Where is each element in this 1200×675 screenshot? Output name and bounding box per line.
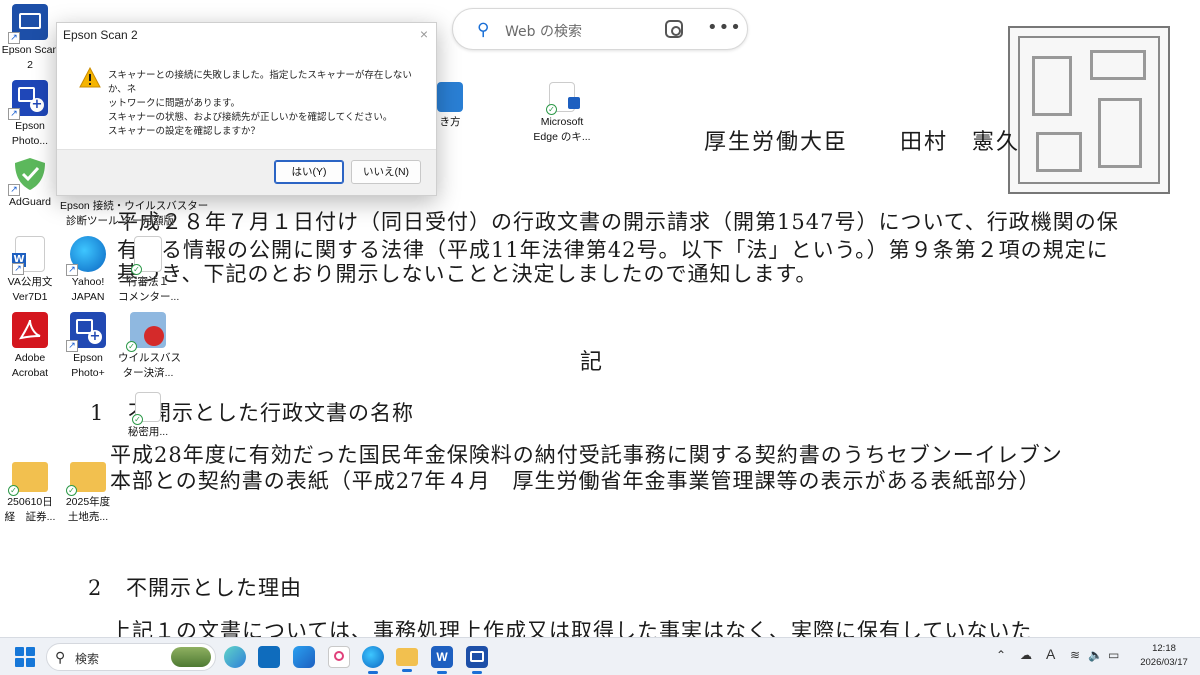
- desktop-icon-adguard[interactable]: ↗ AdGuard: [0, 156, 60, 210]
- message-line: ットワークに問題があります。: [108, 98, 241, 109]
- icon-label: Microsoft Edge のキ...: [533, 116, 591, 143]
- icon-label: Epson Scan 2: [1, 44, 59, 71]
- folder-icon: ✓: [8, 462, 48, 496]
- taskbar-search-label: 検索: [75, 652, 100, 666]
- epson-scan-icon: ↗: [8, 4, 48, 44]
- icon-label: AdGuard: [8, 196, 52, 208]
- yes-button[interactable]: はい(Y): [274, 160, 344, 184]
- dialog-title: Epson Scan 2: [63, 28, 138, 42]
- desktop-icon-epson-diag[interactable]: Epson 接続・ウイルスバスター 診断ツール ター月額版: [60, 196, 209, 229]
- web-search-box[interactable]: ⚲ Web の検索 •••: [452, 8, 748, 50]
- windows-logo-icon: [15, 647, 24, 656]
- search-icon: ⚲: [55, 649, 66, 665]
- taskbar-edge-icon[interactable]: [362, 646, 384, 674]
- document-word-icon: W ↗: [12, 236, 45, 275]
- chevron-up-icon[interactable]: ⌃: [996, 648, 1006, 662]
- document-minister: 厚生労働大臣 田村 憲久: [704, 124, 1020, 156]
- desktop-icon-secret[interactable]: ✓ 秘密用...: [118, 392, 178, 440]
- icon-label: 2025年度 土地売...: [65, 496, 111, 523]
- search-highlight-image[interactable]: [171, 647, 211, 667]
- message-line: スキャナーの状態、および接続先が正しいかを確認してください。: [108, 112, 393, 123]
- clock-time: 12:18: [1152, 643, 1176, 654]
- taskbar-outlook-icon[interactable]: [258, 646, 280, 668]
- icon-label: Epson Photo...: [11, 120, 49, 147]
- web-search-placeholder[interactable]: Web の検索: [505, 21, 582, 41]
- dialog-button-bar: はい(Y) いいえ(N): [57, 149, 436, 195]
- virusbuster-icon: ✓: [126, 312, 166, 352]
- taskbar-file-explorer-icon[interactable]: [396, 648, 418, 672]
- official-seal-image: [1008, 26, 1170, 194]
- message-line: スキャナーとの接続に失敗しました。指定したスキャナーが存在しないか、ネ: [108, 70, 412, 95]
- search-icon: ⚲: [477, 20, 490, 40]
- desktop-icon-gyoshinho[interactable]: ✓ 行審法１ コメンター...: [118, 236, 180, 305]
- desktop-icon-virusbuster[interactable]: ✓ ウイルスバス ター決済...: [118, 312, 181, 381]
- onedrive-cloud-icon[interactable]: ☁: [1020, 648, 1032, 662]
- acrobat-icon: [12, 312, 48, 348]
- dialog-titlebar[interactable]: Epson Scan 2 ×: [57, 23, 436, 51]
- document-icon: ✓: [546, 82, 580, 115]
- desktop-icon-epson-photo-plus[interactable]: + ↗ Epson Photo+: [58, 312, 118, 381]
- more-options-icon[interactable]: •••: [707, 17, 742, 38]
- desktop-icon-epson-photo[interactable]: + ↗ Epson Photo...: [0, 80, 60, 149]
- minister-title: 厚生労働大臣: [704, 130, 849, 155]
- taskbar-copilot-icon[interactable]: [224, 646, 246, 668]
- minister-name: 田村 憲久: [900, 130, 1021, 155]
- taskbar-word-icon[interactable]: W: [431, 646, 453, 674]
- dialog-message: スキャナーとの接続に失敗しました。指定したスキャナーが存在しないか、ネ ットワー…: [108, 69, 428, 139]
- document-icon: ✓: [132, 392, 161, 425]
- document-section-2-line: 上記１の文書については、事務処理上作成又は取得した事実はなく、実際に保有していな…: [110, 619, 1033, 637]
- taskbar-clock[interactable]: 12:18 2026/03/17: [1138, 642, 1190, 670]
- icon-label: VA公用文 Ver7D1: [7, 276, 53, 303]
- epson-photo-icon: + ↗: [8, 80, 48, 120]
- desktop-icon-va-kouyoubun[interactable]: W ↗ VA公用文 Ver7D1: [0, 236, 60, 305]
- clock-date: 2026/03/17: [1140, 657, 1188, 668]
- desktop-icon-adobe-acrobat[interactable]: Adobe Acrobat: [0, 312, 60, 381]
- document-icon: ✓: [131, 236, 162, 275]
- document-paragraph-line-1: 平成２８年７月１日付け（同日受付）の行政文書の開示請求（開第1547号）について…: [117, 210, 1119, 234]
- icon-label: 行審法１ コメンター...: [118, 276, 180, 303]
- start-button[interactable]: [15, 647, 35, 667]
- document-section-2-heading: 2 不開示とした理由: [88, 572, 302, 602]
- section-2-title: 不開示とした理由: [126, 576, 302, 600]
- desktop-icon-folder-250610[interactable]: ✓ 250610日経 証券...: [0, 462, 60, 525]
- icon-label: ウイルスバス ター決済...: [118, 352, 181, 379]
- volume-icon[interactable]: 🔈: [1088, 648, 1103, 662]
- warning-icon: [79, 67, 101, 88]
- icon-label: 秘密用...: [127, 426, 169, 438]
- document-section-1-line-2: 本部との契約書の表紙（平成27年４月 厚生労働省年金事業管理課等の表示がある表紙…: [110, 469, 1041, 493]
- folder-icon: ✓: [66, 462, 106, 496]
- desktop-icon-ms-edge[interactable]: ✓ Microsoft Edge のキ...: [532, 82, 592, 145]
- battery-icon[interactable]: ▭: [1108, 648, 1119, 662]
- taskbar-mail-icon[interactable]: [293, 646, 315, 668]
- taskbar-search[interactable]: ⚲ 検索: [46, 643, 216, 671]
- epson-photo-plus-icon: + ↗: [66, 312, 106, 352]
- icon-label: Epson Photo+: [71, 352, 105, 379]
- epson-scan-error-dialog: Epson Scan 2 × スキャナーとの接続に失敗しました。指定したスキャナ…: [56, 22, 437, 196]
- dialog-content: スキャナーとの接続に失敗しました。指定したスキャナーが存在しないか、ネ ットワー…: [57, 51, 436, 151]
- no-button[interactable]: いいえ(N): [351, 160, 421, 184]
- icon-label: Epson 接続・ウイルスバスター 診断ツール ター月額版: [60, 200, 209, 227]
- edge-icon: ↗: [66, 236, 106, 276]
- ime-indicator[interactable]: A: [1046, 646, 1055, 662]
- adguard-shield-icon: ↗: [8, 156, 48, 196]
- document-paragraph-line-3: 基づき、下記のとおり開示しないことと決定しましたので通知します。: [117, 262, 818, 286]
- taskbar-snipping-tool-icon[interactable]: [328, 646, 350, 668]
- document-ki-heading: 記: [580, 350, 604, 375]
- icon-label: Yahoo! JAPAN: [71, 276, 105, 303]
- close-icon[interactable]: ×: [420, 26, 428, 42]
- document-icon: [437, 82, 463, 112]
- desktop-icon-epson-scan-2[interactable]: ↗ Epson Scan 2: [0, 4, 60, 73]
- taskbar-epson-scan-icon[interactable]: [466, 646, 488, 674]
- section-2-number: 2: [88, 576, 103, 600]
- message-line: スキャナーの設定を確認しますか？: [108, 126, 261, 137]
- visual-search-icon[interactable]: [665, 20, 683, 38]
- taskbar: ⚲ 検索 W ⌃ ☁ A ≋ 🔈 ▭ 12:18 2026/03/17: [0, 637, 1200, 675]
- wifi-icon[interactable]: ≋: [1070, 648, 1080, 662]
- icon-label: Adobe Acrobat: [11, 352, 49, 379]
- desktop-icon-yahoo[interactable]: ↗ Yahoo! JAPAN: [58, 236, 118, 305]
- desktop-icon-folder-2025[interactable]: ✓ 2025年度 土地売...: [58, 462, 118, 525]
- icon-label: 250610日経 証券...: [4, 496, 56, 523]
